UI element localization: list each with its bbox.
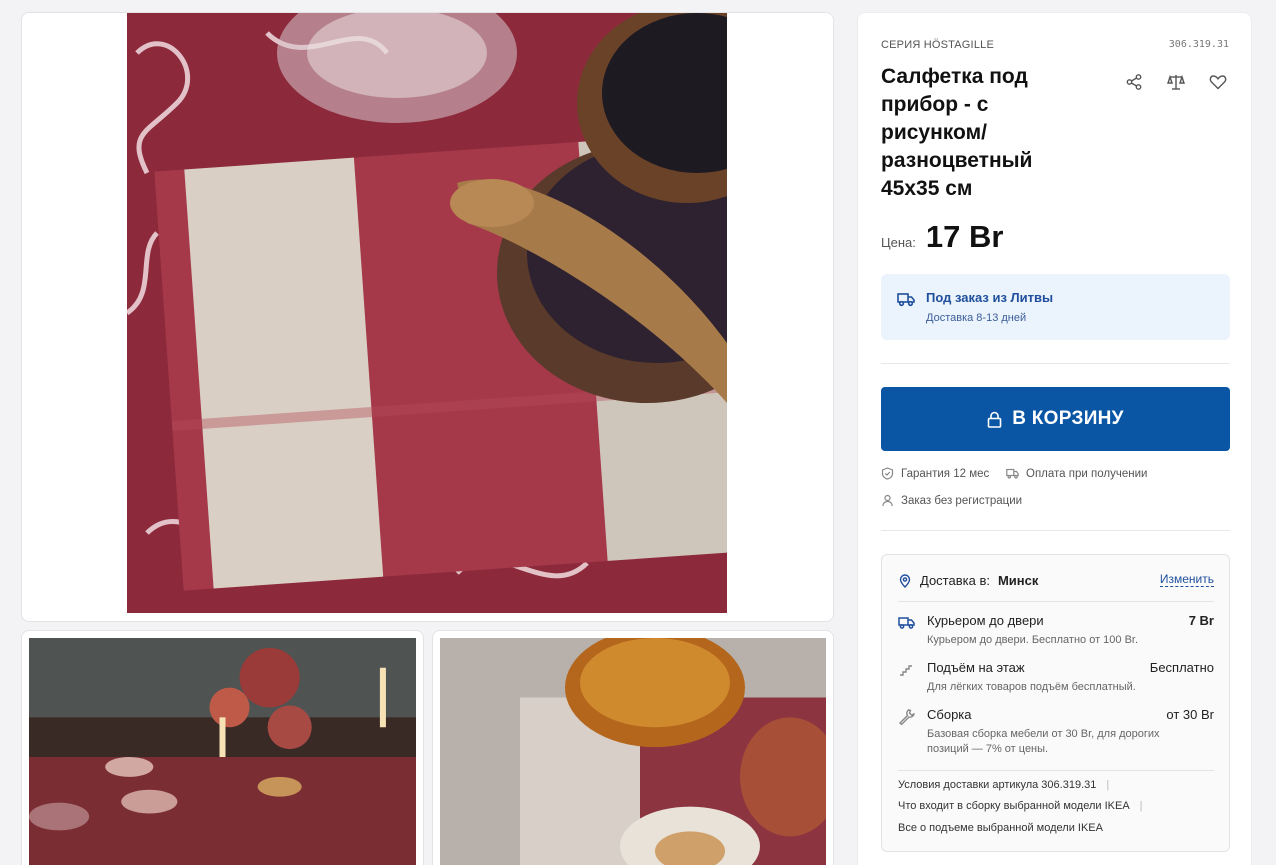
lock-icon (987, 411, 1002, 428)
heart-icon (1209, 75, 1227, 90)
delivery-option-name: Сборка (927, 707, 972, 722)
delivery-label: Доставка в: (920, 573, 990, 588)
thumbnail-2[interactable] (432, 630, 834, 865)
add-to-cart-label: В КОРЗИНУ (1012, 408, 1124, 429)
perk-warranty-label: Гарантия 12 мес (901, 467, 990, 480)
perk-no-registration: Заказ без регистрации (881, 494, 1022, 507)
divider (898, 770, 1214, 771)
order-title: Под заказ из Литвы (926, 290, 1054, 305)
user-icon (882, 494, 893, 507)
change-city-link[interactable]: Изменить (1159, 572, 1214, 587)
divider (881, 530, 1230, 531)
perk-payment: Оплата при получении (1006, 467, 1147, 480)
link-separator: | (1106, 779, 1110, 791)
product-article: 306.319.31 (1168, 39, 1229, 50)
truck-icon (1006, 468, 1019, 479)
delivery-city: Минск (997, 573, 1039, 588)
delivery-option-courier: Курьером до двери 7 Br Курьером до двери… (898, 613, 1214, 649)
delivery-option-name: Подъём на этаж (927, 660, 1025, 675)
truck-icon (898, 617, 915, 629)
share-button[interactable] (1123, 71, 1145, 93)
thumbnail-image-1 (29, 638, 416, 865)
compare-button[interactable] (1165, 71, 1187, 93)
product-actions (1123, 71, 1229, 93)
truck-icon (897, 293, 915, 307)
thumbnail-image-2 (440, 638, 826, 865)
delivery-terms-link[interactable]: Условия доставки артикула 306.319.31 | (898, 779, 1109, 791)
assembly-info-link[interactable]: Что входит в сборку выбранной модели IKE… (898, 800, 1143, 812)
delivery-option-floor-lift: Подъём на этаж Бесплатно Для лёгких това… (898, 660, 1214, 696)
main-product-image[interactable] (127, 13, 727, 613)
delivery-option-desc: Для лёгких товаров подъём бесплатный. (927, 681, 1136, 693)
location-pin-icon (899, 573, 911, 588)
divider (898, 601, 1214, 602)
delivery-option-price: Бесплатно (1149, 660, 1214, 675)
order-from-lithuania-box: Под заказ из Литвы Доставка 8-13 дней (881, 274, 1230, 340)
thumbnail-1[interactable] (21, 630, 424, 865)
delivery-option-desc: Базовая сборка мебели от 30 Br, для доро… (927, 728, 1160, 755)
shield-icon (881, 467, 894, 480)
price-label: Цена: (881, 235, 916, 250)
main-image-card[interactable] (21, 12, 834, 622)
perk-no-registration-label: Заказ без регистрации (901, 494, 1023, 507)
delivery-option-desc: Курьером до двери. Бесплатно от 100 Br. (927, 634, 1139, 646)
delivery-terms-link-label: Условия доставки артикула 306.319.31 (898, 779, 1097, 791)
delivery-option-assembly: Сборка от 30 Br Базовая сборка мебели от… (898, 707, 1214, 759)
product-panel: Серия HÖSTAGILLE 306.319.31 Салфетка под… (857, 12, 1252, 865)
product-series[interactable]: Серия HÖSTAGILLE (881, 39, 994, 51)
share-icon (1126, 74, 1142, 90)
lift-info-link-label: Все о подъеме выбранной модели IKEA (898, 822, 1103, 834)
order-subtitle: Доставка 8-13 дней (926, 312, 1027, 324)
assembly-info-link-label: Что входит в сборку выбранной модели IKE… (898, 800, 1130, 812)
link-separator: | (1139, 800, 1143, 812)
scales-icon (1167, 74, 1185, 90)
divider (881, 363, 1230, 364)
delivery-option-name: Курьером до двери (927, 613, 1044, 628)
product-title: Салфетка под прибор - с рисунком/ разноц… (881, 65, 1033, 200)
favorite-button[interactable] (1207, 71, 1229, 93)
perk-payment-label: Оплата при получении (1026, 467, 1148, 480)
add-to-cart-button[interactable]: В КОРЗИНУ (881, 387, 1230, 451)
delivery-option-price: 7 Br (1188, 613, 1214, 628)
wrench-icon (899, 709, 915, 725)
lift-info-link[interactable]: Все о подъеме выбранной модели IKEA (898, 822, 1103, 834)
price-row: Цена: 17 Br (881, 219, 1003, 255)
delivery-option-price: от 30 Br (1166, 707, 1214, 722)
price-value: 17 Br (925, 219, 1004, 254)
perk-warranty: Гарантия 12 мес (881, 467, 989, 480)
delivery-city-row: Доставка в: Минск (898, 573, 1038, 588)
delivery-box: Доставка в: Минск Изменить Курьером до д… (881, 554, 1230, 852)
stairs-icon (900, 665, 912, 676)
